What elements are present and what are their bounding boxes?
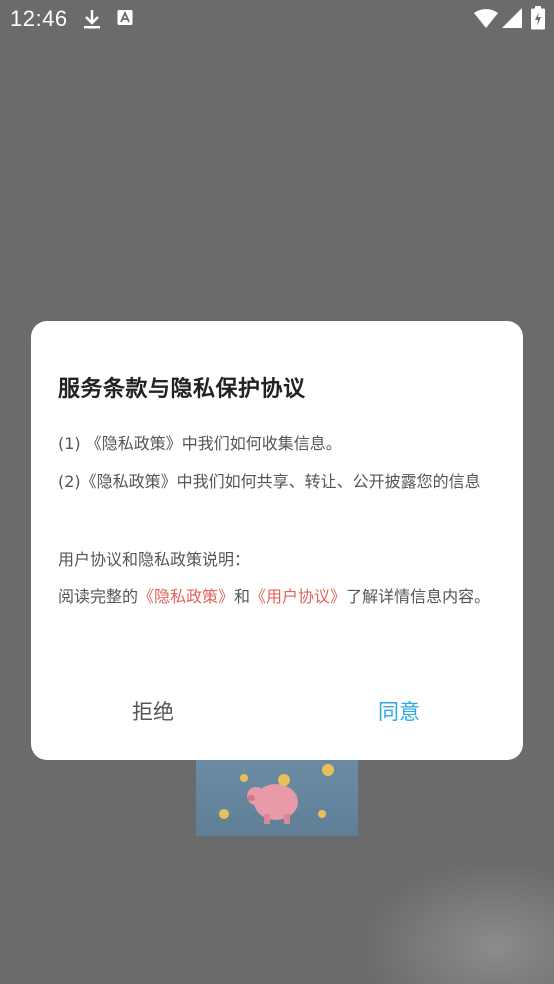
- user-agreement-link[interactable]: 《用户协议》: [250, 587, 346, 606]
- explain-heading: 用户协议和隐私政策说明：: [58, 550, 251, 569]
- clause-share: (2)《隐私政策》中我们如何共享、转让、公开披露您的信息: [58, 472, 481, 491]
- privacy-policy-link[interactable]: 《隐私政策》: [138, 587, 234, 606]
- read-prefix: 阅读完整的: [58, 587, 139, 606]
- clause-collect: (1) 《隐私政策》中我们如何收集信息。: [58, 434, 342, 453]
- download-icon: [84, 10, 100, 29]
- background-glow: [360, 860, 554, 984]
- read-suffix: 了解详情信息内容。: [346, 587, 491, 606]
- privacy-dialog: 服务条款与隐私保护协议 (1) 《隐私政策》中我们如何收集信息。 (2)《隐私政…: [31, 321, 523, 760]
- signal-icon: [502, 8, 522, 28]
- read-full-text: 阅读完整的《隐私政策》和《用户协议》了解详情信息内容。: [58, 584, 498, 610]
- and-text: 和: [234, 587, 251, 606]
- status-bar: 12:46: [0, 0, 554, 38]
- dialog-title: 服务条款与隐私保护协议: [58, 377, 306, 402]
- status-time: 12:46: [10, 6, 68, 31]
- wifi-icon: [474, 9, 498, 28]
- battery-icon: [531, 6, 545, 30]
- agree-button[interactable]: 同意: [299, 691, 499, 731]
- a-icon: [117, 10, 133, 25]
- reject-button[interactable]: 拒绝: [53, 691, 253, 731]
